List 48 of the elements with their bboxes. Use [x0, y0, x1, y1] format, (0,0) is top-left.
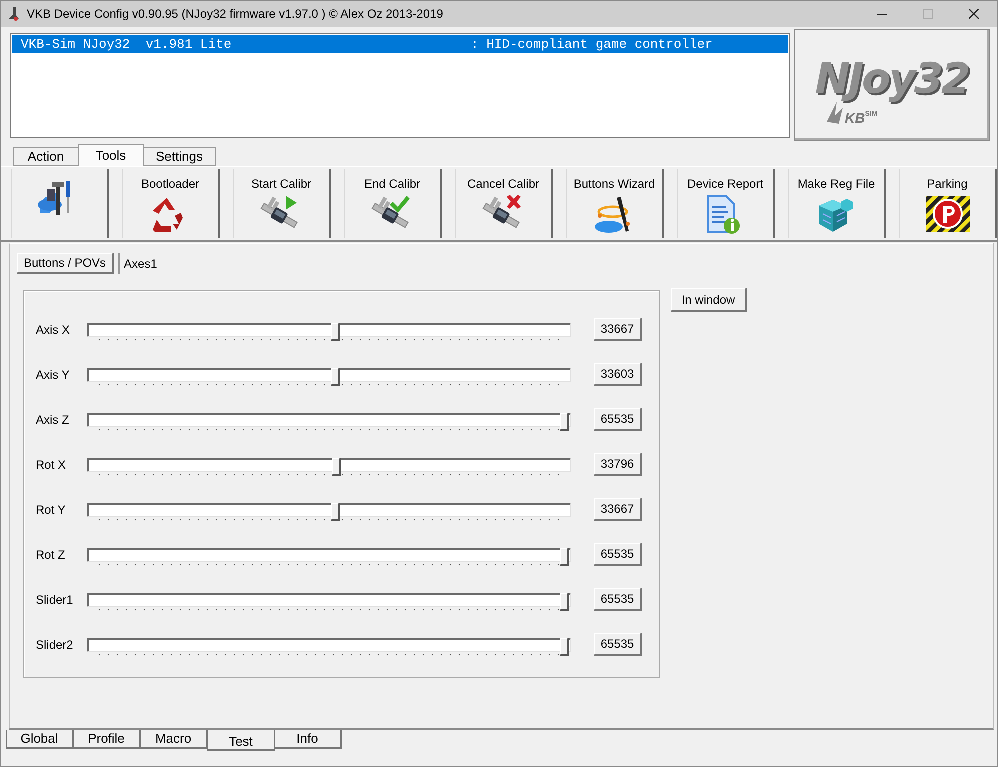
window-title: VKB Device Config v0.90.95 (NJoy32 firmware v1.97.0 ) © Alex Oz 2013-2019	[27, 7, 444, 21]
maximize-icon	[923, 9, 933, 19]
axis-label: Slider2	[35, 638, 74, 652]
in-window-button[interactable]: In window	[671, 288, 747, 312]
axis-value[interactable]: 65535	[594, 633, 642, 656]
tab[interactable]: Info	[274, 730, 342, 749]
slider-thumb[interactable]	[560, 638, 569, 656]
axis-value[interactable]: 33667	[594, 498, 642, 521]
toolbar-button[interactable]: Buttons Wizard	[566, 169, 664, 238]
slider-thumb[interactable]	[560, 412, 569, 430]
tab[interactable]: Settings	[143, 147, 216, 166]
toolbar-button[interactable]: Bootloader	[122, 169, 220, 238]
axis-value[interactable]: 65535	[594, 543, 642, 566]
close-icon	[969, 9, 979, 19]
slider-thumb[interactable]	[331, 502, 340, 520]
toolbar-button[interactable]: Make Reg File	[788, 169, 886, 238]
toolbar-button[interactable]	[11, 169, 109, 238]
axis-value[interactable]: 33796	[594, 453, 642, 476]
axis-value[interactable]: 65535	[594, 588, 642, 611]
bird-icon	[825, 102, 845, 126]
axis-label: Axis X	[35, 322, 72, 336]
toolbar-button[interactable]: Device Report	[677, 169, 775, 238]
app-icon	[7, 6, 21, 22]
axis-label: Rot Y	[35, 502, 67, 516]
axis-value[interactable]: 65535	[594, 408, 642, 431]
device-row[interactable]: VKB-Sim NJoy32 v1.981 Lite : HID-compliant game controller	[12, 35, 788, 53]
tab[interactable]: Action	[13, 147, 79, 166]
tab[interactable]: Global	[6, 730, 74, 749]
tab[interactable]: Tools	[78, 144, 144, 166]
toolbar-button[interactable]: End Calibr	[344, 169, 442, 238]
slider-thumb[interactable]	[560, 548, 569, 566]
slider-thumb[interactable]	[330, 368, 340, 386]
axis-label: Rot Z	[35, 548, 66, 562]
axis-label: Slider1	[35, 592, 74, 606]
axis-label: Rot X	[35, 458, 68, 472]
axis-value[interactable]: 33603	[594, 363, 642, 386]
axis-label: Axis Y	[35, 368, 71, 382]
tab[interactable]: Macro	[140, 730, 208, 749]
axis-label: Axis Z	[35, 412, 70, 426]
slider-thumb[interactable]	[332, 458, 342, 476]
tab[interactable]: Profile	[73, 730, 141, 749]
slider-thumb[interactable]	[331, 322, 340, 340]
axis-value[interactable]: 33667	[594, 318, 642, 341]
toolbar-button[interactable]: Parking	[899, 169, 997, 238]
toolbar-button[interactable]: Cancel Calibr	[455, 169, 553, 238]
tab[interactable]: Buttons / POVs	[17, 253, 114, 274]
slider-thumb[interactable]	[560, 592, 569, 610]
toolbar-button[interactable]: Start Calibr	[233, 169, 331, 238]
